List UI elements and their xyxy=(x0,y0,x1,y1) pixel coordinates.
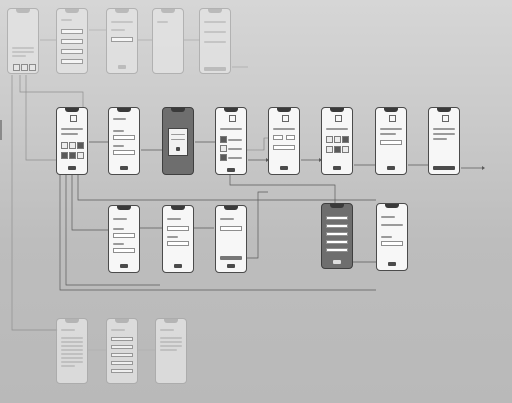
screen-s-r3-list xyxy=(106,318,138,384)
screen-s-top-home xyxy=(7,8,39,74)
screen-s-top-list xyxy=(56,8,88,74)
screen-s-r2-select xyxy=(215,205,247,273)
screen-s-r2-input xyxy=(162,205,194,273)
screen-s-r2-menu xyxy=(321,203,353,269)
screen-s-top-blank xyxy=(152,8,184,74)
screen-s-r1-form xyxy=(108,107,140,175)
screen-s-r1-done xyxy=(428,107,460,175)
screen-s-r3-text xyxy=(56,318,88,384)
screen-s-top-form xyxy=(106,8,138,74)
left-edge-marker xyxy=(0,120,2,140)
screen-s-r1-modal xyxy=(162,107,194,175)
screen-s-r1-confirm xyxy=(375,107,407,175)
screen-s-r1-options xyxy=(321,107,353,175)
screen-s-r2-form2 xyxy=(376,203,408,271)
screen-s-r1-select xyxy=(268,107,300,175)
screen-s-r1-checks xyxy=(215,107,247,175)
screen-s-r3-text2 xyxy=(155,318,187,384)
flow-diagram-canvas xyxy=(0,0,512,403)
screen-s-r1-grid xyxy=(56,107,88,175)
screen-s-r2-form xyxy=(108,205,140,273)
screen-s-top-detail xyxy=(199,8,231,74)
